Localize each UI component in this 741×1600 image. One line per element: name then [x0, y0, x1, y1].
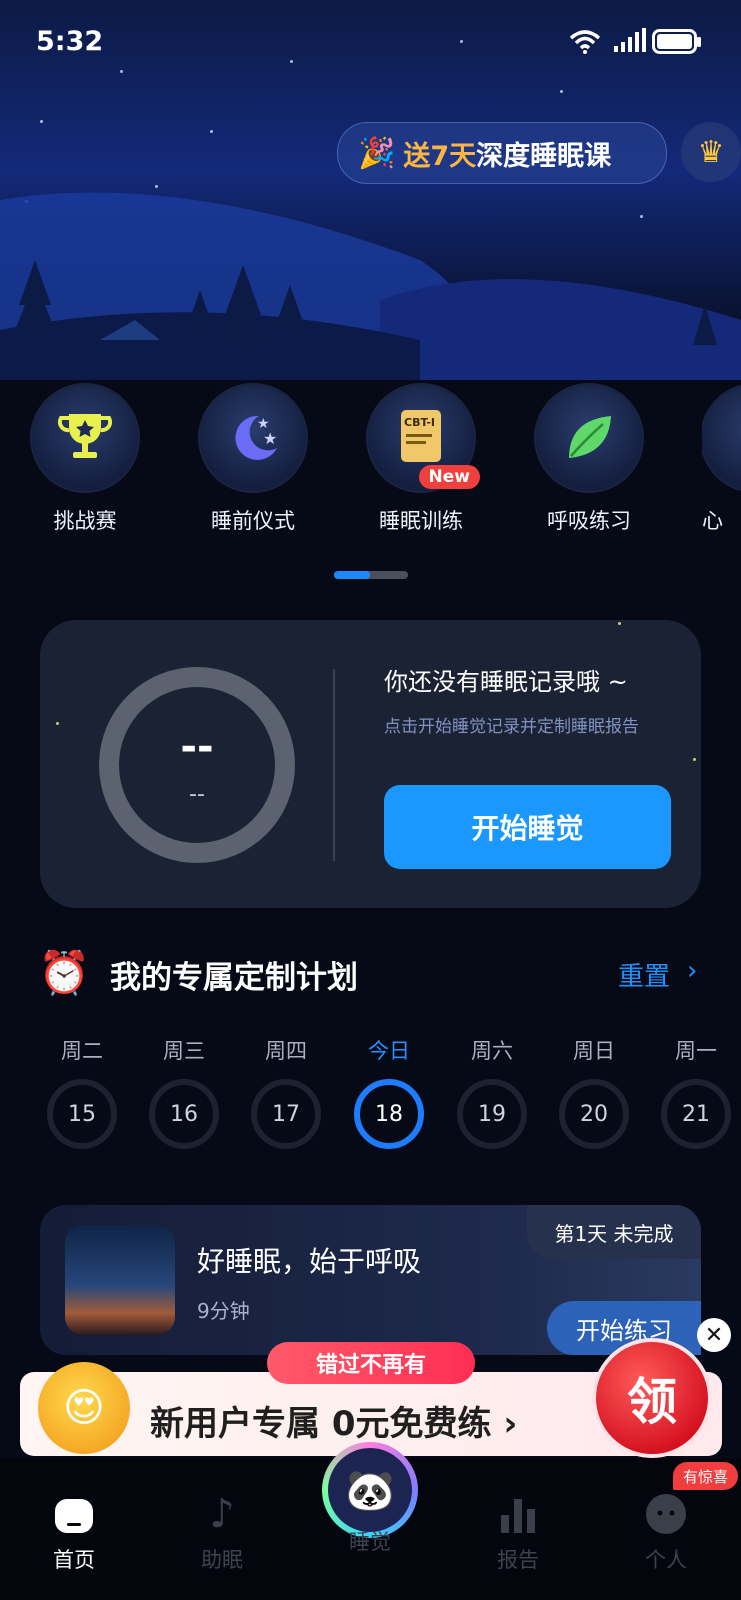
card-divider [333, 669, 335, 861]
tab-profile[interactable]: 个人 [616, 1490, 716, 1574]
no-record-text: 你还没有睡眠记录哦 ~ [384, 668, 628, 696]
day-number: 18 [354, 1079, 424, 1149]
crown-icon[interactable]: ♛ [681, 122, 741, 182]
start-sleep-button[interactable]: 开始睡觉 [384, 785, 671, 869]
lesson-title: 好睡眠，始于呼吸 [197, 1245, 422, 1278]
feature-partial[interactable]: 心 [702, 385, 741, 535]
new-badge: New [418, 465, 480, 489]
day-number: 19 [457, 1079, 527, 1149]
promo-pill[interactable]: 🎉 送7天深度睡眠课 [337, 122, 667, 184]
day-number: 15 [47, 1079, 117, 1149]
status-time: 5:32 [36, 26, 104, 57]
feature-bedtime-ritual[interactable]: ★ ★ 睡前仪式 [198, 385, 308, 535]
limited-offer-tag: 错过不再有 [267, 1342, 475, 1384]
leaf-icon [536, 385, 642, 491]
feature-sleep-training[interactable]: CBT-I New 睡眠训练 [366, 385, 480, 535]
tab-home[interactable]: 首页 [24, 1490, 124, 1574]
day-number: 17 [251, 1079, 321, 1149]
feature-breathing[interactable]: 呼吸练习 [534, 385, 644, 535]
moon-icon: ★ ★ [200, 385, 306, 491]
day-today[interactable]: 今日 18 [349, 1035, 429, 1149]
party-horn-icon: 🎉 [358, 135, 396, 171]
day-tuesday[interactable]: 周二 15 [42, 1035, 122, 1149]
claim-button[interactable]: 领 [592, 1338, 712, 1458]
promo-text: 送7天深度睡眠课 [403, 140, 612, 172]
day-number: 21 [661, 1079, 731, 1149]
day-thursday[interactable]: 周四 17 [246, 1035, 326, 1149]
tab-sleep-label[interactable]: 睡觉 [320, 1520, 420, 1556]
wifi-icon [569, 30, 601, 54]
header-scene [0, 0, 741, 380]
partial-icon [702, 385, 741, 491]
hills-illustration [0, 192, 741, 380]
close-icon[interactable]: ✕ [697, 1318, 731, 1352]
battery-icon [652, 29, 701, 54]
no-record-hint: 点击开始睡觉记录并定制睡眠报告 [384, 717, 639, 737]
music-note-icon: ♪ [209, 1491, 235, 1537]
sleep-score-value: -- [180, 724, 214, 770]
cbt-document-icon: CBT-I New [368, 385, 480, 491]
day-saturday[interactable]: 周六 19 [452, 1035, 532, 1149]
tab-sleep-aid[interactable]: ♪ 助眠 [172, 1490, 272, 1574]
day-monday[interactable]: 周一 21 [656, 1035, 736, 1149]
svg-text:CBT-I: CBT-I [404, 416, 435, 429]
banner-text: 新用户专属 0元免费练 › [150, 1404, 518, 1444]
alarm-clock-icon: ⏰ [38, 948, 91, 997]
day-sunday[interactable]: 周日 20 [554, 1035, 634, 1149]
feature-challenge[interactable]: 挑战赛 [30, 385, 140, 535]
day-number: 16 [149, 1079, 219, 1149]
reset-link[interactable]: 重置 [618, 956, 670, 993]
plan-title: 我的专属定制计划 [110, 960, 358, 996]
home-icon [24, 1490, 124, 1538]
tab-report[interactable]: 报告 [468, 1490, 568, 1574]
day-number: 20 [559, 1079, 629, 1149]
lesson-thumbnail [65, 1225, 175, 1335]
trophy-icon [32, 385, 138, 491]
svg-text:★: ★ [263, 429, 277, 448]
profile-face-icon [616, 1490, 716, 1538]
surprise-badge: 有惊喜 [673, 1462, 739, 1490]
bar-chart-icon [468, 1490, 568, 1538]
heart-eyes-emoji-icon: 😍 [38, 1362, 130, 1454]
lesson-duration: 9分钟 [197, 1299, 250, 1323]
sleep-score-sub: -- [189, 782, 205, 807]
signal-icon [614, 28, 646, 52]
day-wednesday[interactable]: 周三 16 [144, 1035, 224, 1149]
lesson-progress-badge: 第1天 未完成 [527, 1205, 701, 1259]
chevron-right-icon[interactable]: › [687, 956, 697, 986]
page-indicator-active [334, 571, 370, 579]
